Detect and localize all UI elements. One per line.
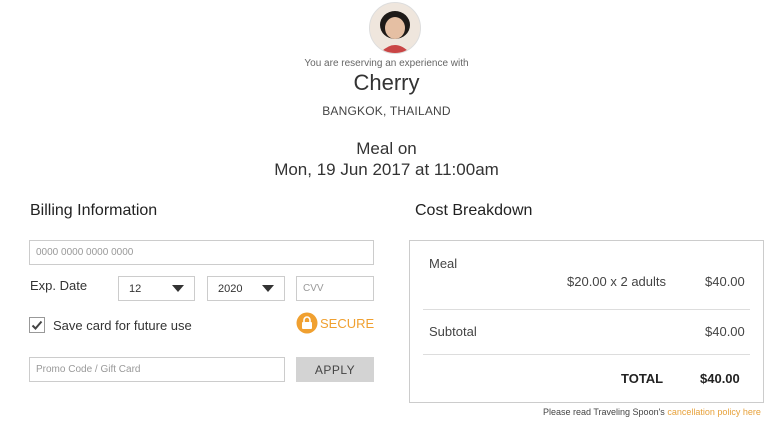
checkmark-icon bbox=[31, 320, 43, 330]
cost-breakdown-title: Cost Breakdown bbox=[415, 202, 533, 219]
exp-month-select[interactable]: 12 bbox=[118, 276, 195, 301]
reservation-intro: You are reserving an experience with bbox=[304, 58, 469, 69]
divider bbox=[423, 354, 750, 355]
host-location: BANGKOK, THAILAND bbox=[322, 104, 451, 118]
save-card-label: Save card for future use bbox=[53, 318, 192, 333]
exp-year-select[interactable]: 2020 bbox=[207, 276, 285, 301]
secure-badge-label: SECURE bbox=[320, 315, 375, 331]
total-amount: $40.00 bbox=[700, 371, 740, 386]
save-card-checkbox[interactable] bbox=[29, 317, 45, 333]
host-avatar bbox=[369, 2, 421, 54]
host-name: Cherry bbox=[353, 70, 420, 95]
subtotal-amount: $40.00 bbox=[705, 324, 745, 339]
cancellation-note-text: Please read Traveling Spoon's bbox=[543, 407, 665, 417]
padlock-icon bbox=[296, 312, 318, 334]
card-number-input[interactable]: 0000 0000 0000 0000 bbox=[29, 240, 374, 265]
cvv-input[interactable]: CVV bbox=[296, 276, 374, 301]
divider bbox=[423, 309, 750, 310]
meal-item-amount: $40.00 bbox=[705, 274, 745, 289]
chevron-down-icon bbox=[172, 285, 184, 292]
apply-button[interactable]: APPLY bbox=[296, 357, 374, 382]
meal-item-label: Meal bbox=[429, 256, 458, 271]
cancellation-note: Please read Traveling Spoon's cancellati… bbox=[543, 407, 761, 417]
exp-month-value: 12 bbox=[129, 282, 142, 295]
meal-datetime: Mon, 19 Jun 2017 at 11:00am bbox=[274, 160, 499, 179]
subtotal-label: Subtotal bbox=[429, 324, 477, 339]
secure-badge: SECURE bbox=[296, 312, 374, 334]
chevron-down-icon bbox=[262, 285, 274, 292]
meal-item-calculation: $20.00 x 2 adults bbox=[567, 274, 667, 289]
host-photo bbox=[370, 3, 420, 53]
meal-title: Meal on bbox=[356, 139, 417, 158]
billing-title: Billing Information bbox=[30, 202, 158, 219]
exp-date-label: Exp. Date bbox=[30, 278, 88, 293]
promo-code-input[interactable]: Promo Code / Gift Card bbox=[29, 357, 285, 382]
total-label: TOTAL bbox=[621, 371, 664, 386]
cancellation-policy-link[interactable]: cancellation policy here bbox=[667, 407, 761, 417]
exp-year-value: 2020 bbox=[218, 282, 243, 295]
